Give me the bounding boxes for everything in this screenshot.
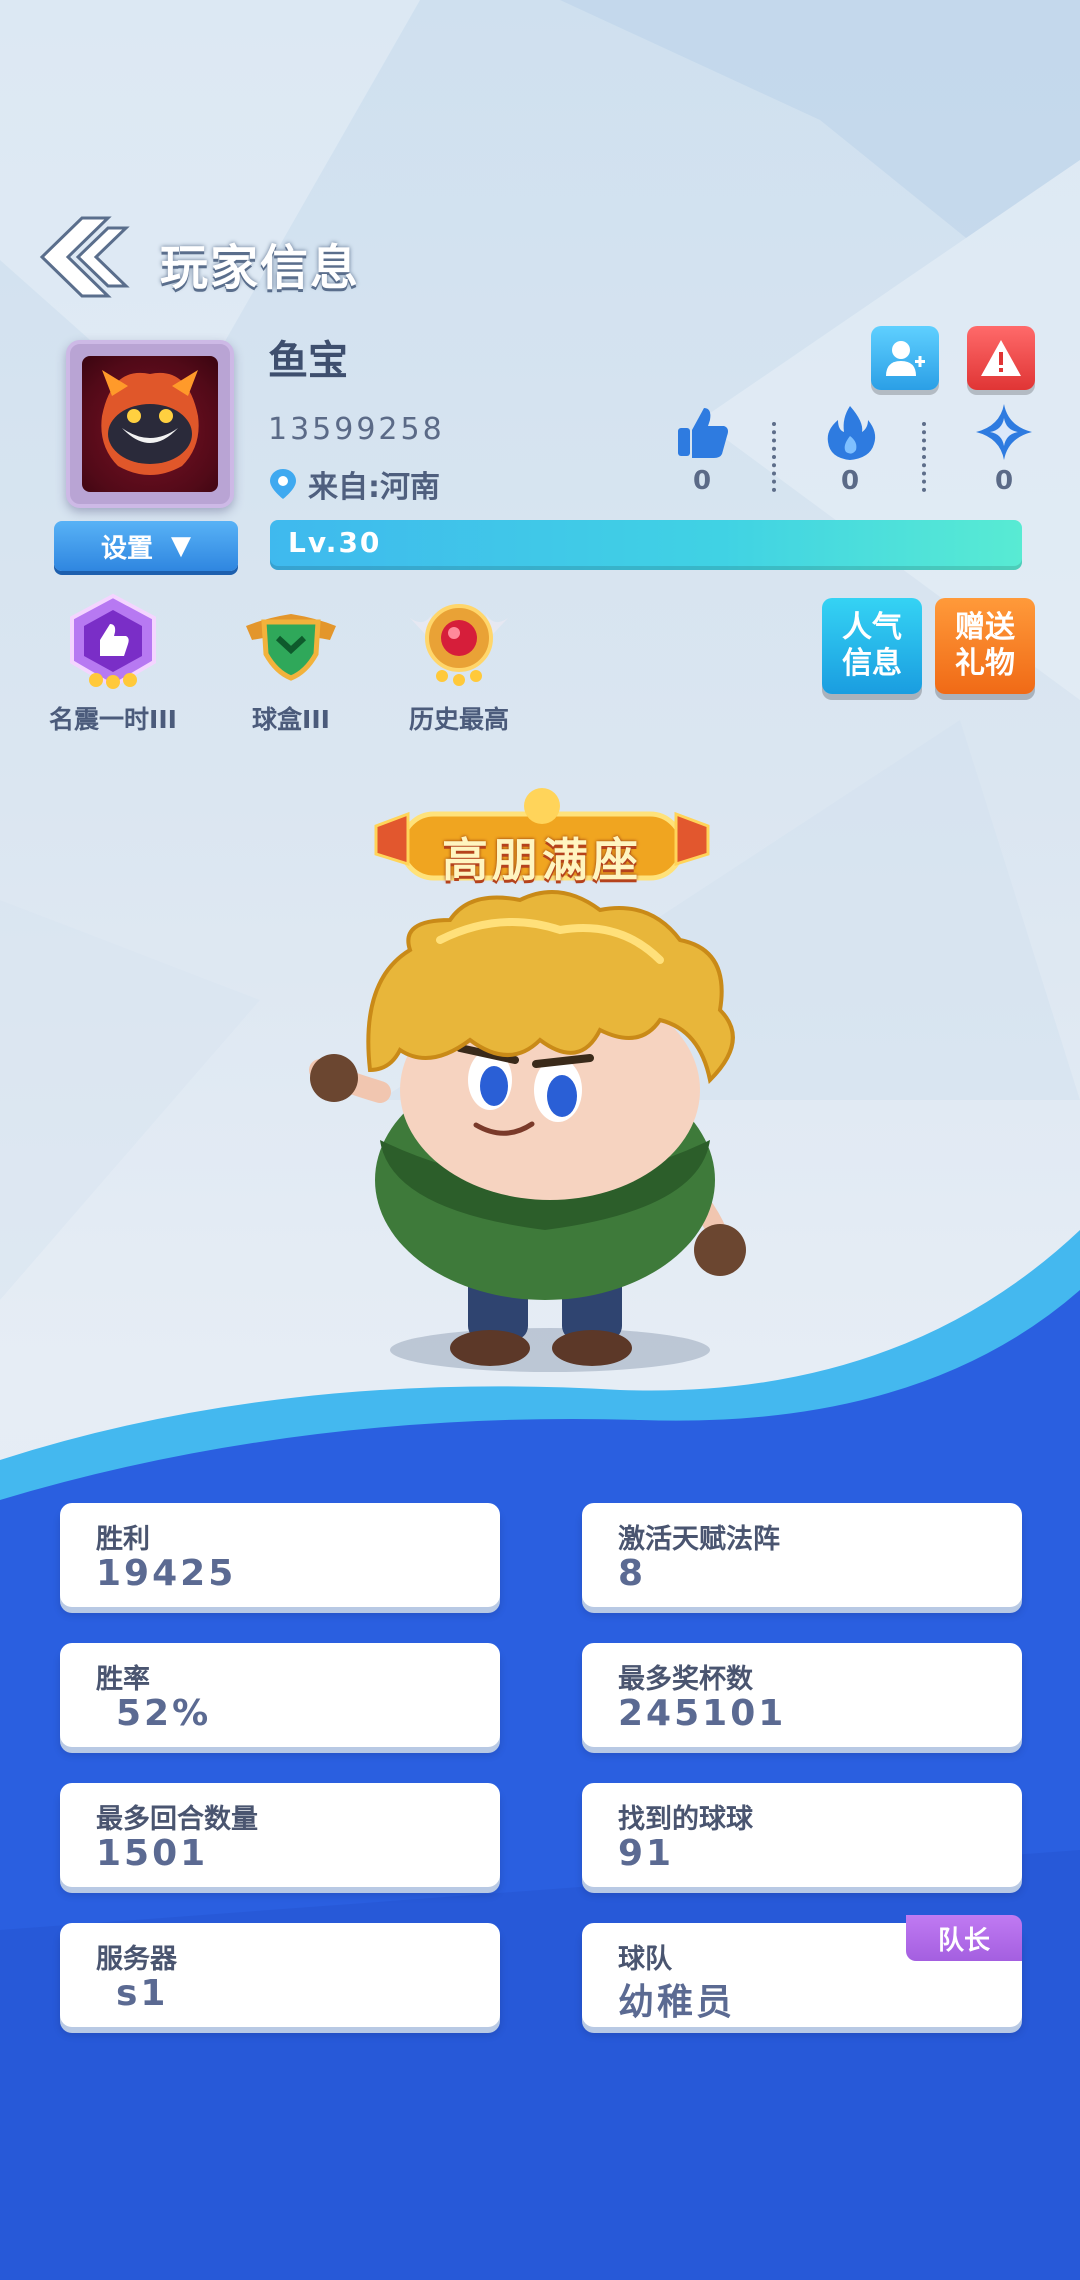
location-text: 来自:河南 xyxy=(308,470,440,505)
stat-label: 服务器 xyxy=(96,1944,177,1975)
green-shield-badge-icon xyxy=(246,614,336,681)
stat-card-team[interactable]: 球队 幼稚员 队长 xyxy=(582,1915,1022,2027)
chevron-left-icon xyxy=(39,216,130,298)
stat-card-max-trophies: 最多奖杯数 245101 xyxy=(582,1643,1022,1747)
stat-value: 幼稚员 xyxy=(618,1982,736,2023)
stat-card-max-rounds: 最多回合数量 1501 xyxy=(60,1783,500,1887)
stat-card-server: 服务器 s1 xyxy=(60,1923,500,2027)
stat-label: 胜利 xyxy=(96,1524,150,1555)
badge-label: 球盒III xyxy=(252,705,330,734)
player-name: 鱼宝 xyxy=(268,338,348,384)
sparkle-icon xyxy=(976,404,1032,460)
page-title: 玩家信息 xyxy=(160,240,361,296)
stat-value: 8 xyxy=(618,1553,647,1594)
popularity-stat[interactable]: 0 xyxy=(820,402,880,496)
stat-label: 胜率 xyxy=(96,1664,150,1695)
add-user-icon xyxy=(886,341,925,376)
fire-icon xyxy=(827,406,876,460)
popularity-info-button[interactable]: 人气 信息 xyxy=(822,598,922,694)
stat-card-balls-found: 找到的球球 91 xyxy=(582,1783,1022,1887)
likes-count: 0 xyxy=(692,466,712,496)
stat-value: 52% xyxy=(116,1693,212,1734)
settings-dropdown-button[interactable]: 设置 ▼ xyxy=(54,521,238,571)
gift-line1: 赠送 xyxy=(955,610,1015,645)
thumbs-up-icon xyxy=(678,408,728,458)
sparkle-count: 0 xyxy=(994,466,1014,496)
fire-count: 0 xyxy=(840,466,860,496)
badge-fame[interactable]: 名震一时III xyxy=(48,592,178,736)
stat-value: 1501 xyxy=(96,1833,209,1874)
settings-label: 设置 xyxy=(100,533,153,564)
player-location: 来自:河南 xyxy=(268,462,440,506)
level-text: Lv.30 xyxy=(288,526,382,559)
send-gift-button[interactable]: 赠送 礼物 xyxy=(935,598,1035,694)
badge-label: 名震一时III xyxy=(49,705,177,734)
badge-label: 历史最高 xyxy=(408,705,509,734)
stat-label: 最多回合数量 xyxy=(96,1804,258,1835)
stat-label: 激活天赋法阵 xyxy=(618,1524,780,1555)
stats-panel-background xyxy=(0,1230,1080,2280)
report-button[interactable] xyxy=(967,326,1035,390)
divider xyxy=(772,422,776,492)
stat-card-wins: 胜利 19425 xyxy=(60,1503,500,1607)
likes-stat[interactable]: 0 xyxy=(672,402,732,496)
location-pin-icon xyxy=(270,469,296,499)
ruby-trophy-badge-icon xyxy=(410,604,508,686)
stat-label: 球队 xyxy=(618,1944,672,1975)
stat-card-win-rate: 胜率 52% xyxy=(60,1643,500,1747)
back-button[interactable] xyxy=(38,214,130,300)
captain-tag: 队长 xyxy=(906,1915,1022,1961)
stat-card-talent-array: 激活天赋法阵 8 xyxy=(582,1503,1022,1607)
thumbs-up-medal-icon xyxy=(70,593,156,689)
chevron-down-icon: ▼ xyxy=(171,531,191,561)
player-id: 13599258 xyxy=(268,412,445,447)
stat-label: 找到的球球 xyxy=(618,1804,753,1835)
badge-ball-box[interactable]: 球盒III xyxy=(226,592,356,736)
stat-value: 19425 xyxy=(96,1553,237,1594)
stat-value: 245101 xyxy=(618,1693,787,1734)
avatar[interactable] xyxy=(66,340,234,508)
add-friend-button[interactable] xyxy=(871,326,939,390)
sparkle-stat[interactable]: 0 xyxy=(974,402,1034,496)
popularity-line2: 信息 xyxy=(842,646,902,681)
warning-icon xyxy=(981,340,1021,376)
level-bar: Lv.30 xyxy=(270,520,1022,570)
divider xyxy=(922,422,926,492)
stat-value: s1 xyxy=(116,1973,169,2014)
stat-value: 91 xyxy=(618,1833,675,1874)
gift-line2: 礼物 xyxy=(955,646,1015,681)
stat-label: 最多奖杯数 xyxy=(618,1664,753,1695)
popularity-line1: 人气 xyxy=(842,610,902,645)
monster-avatar-icon xyxy=(101,370,199,475)
badge-history-best[interactable]: 历史最高 xyxy=(394,588,524,736)
title-banner: 高朋满座 xyxy=(372,780,712,890)
